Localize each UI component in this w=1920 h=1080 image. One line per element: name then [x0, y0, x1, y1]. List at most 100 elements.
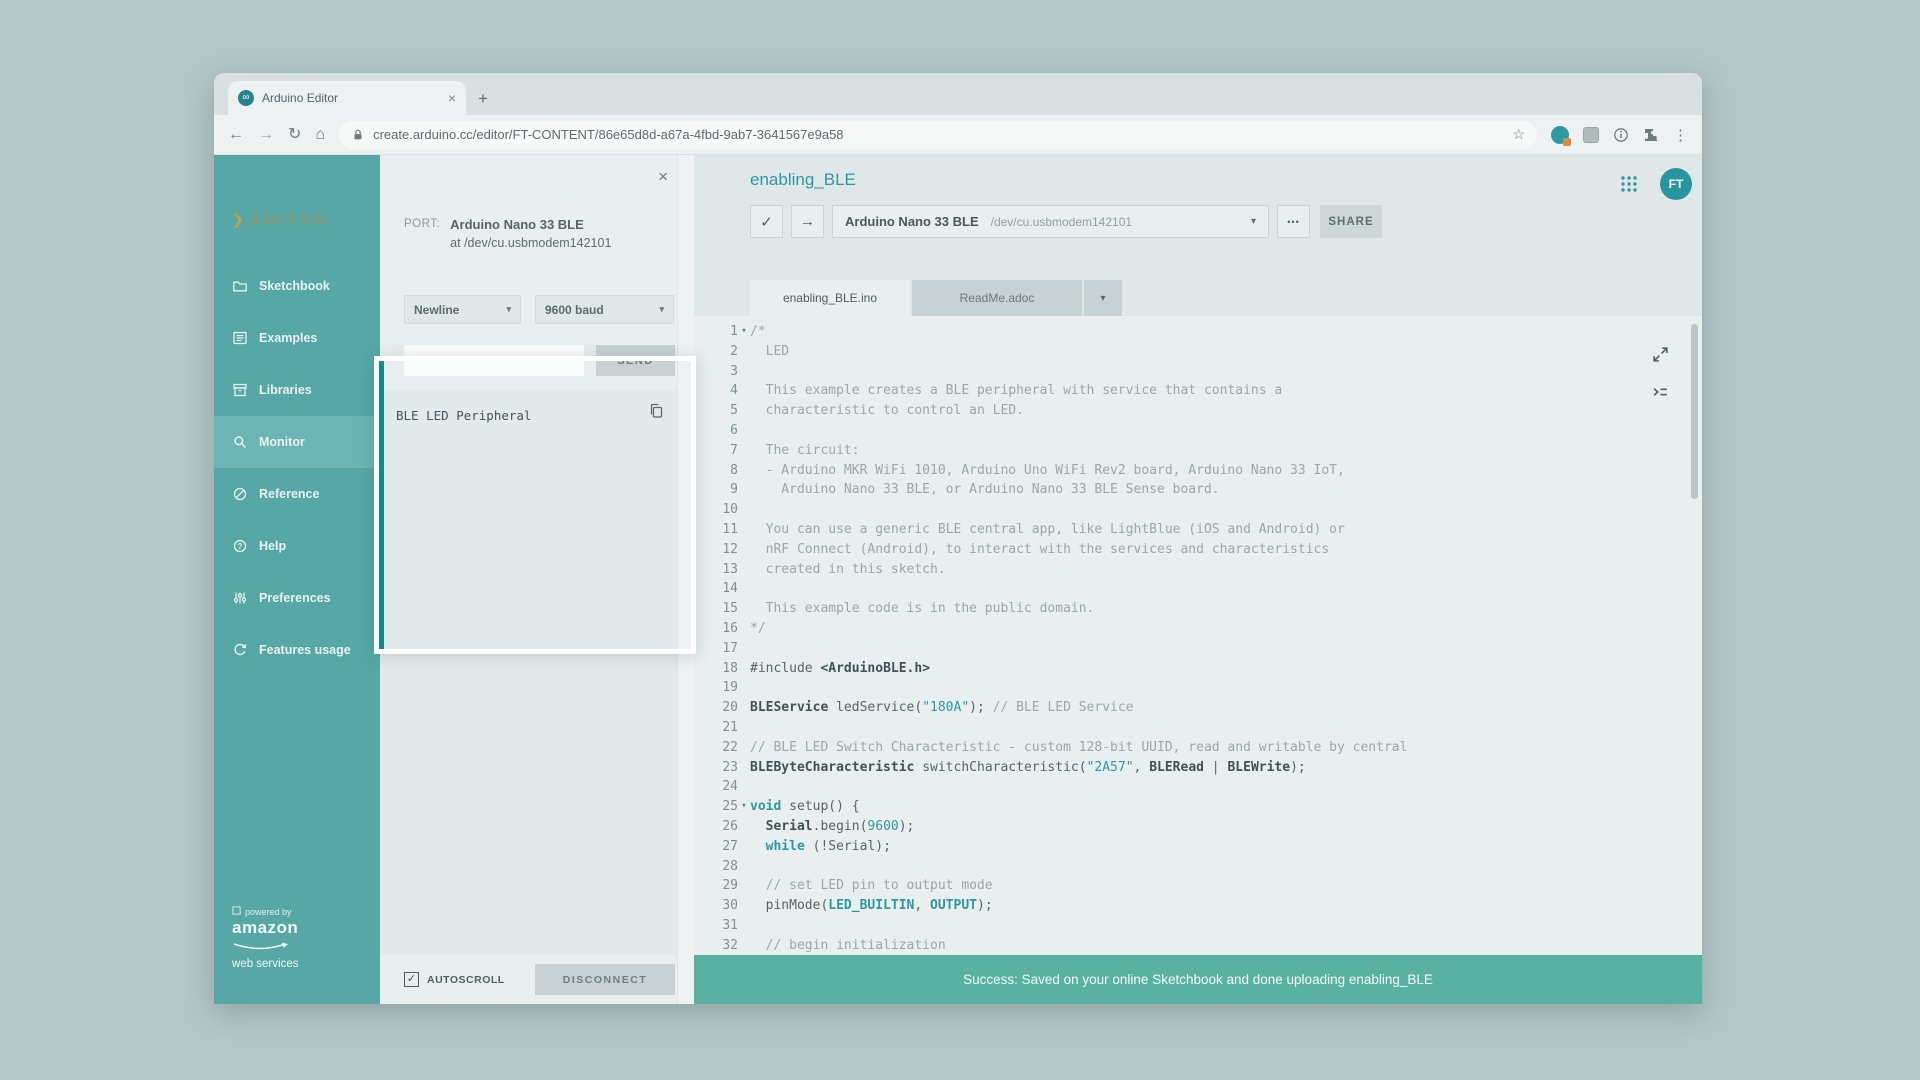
fold-arrow-icon[interactable]: ▾: [738, 797, 750, 817]
board-port: /dev/cu.usbmodem142101: [991, 215, 1132, 229]
browser-menu-icon[interactable]: ⋮: [1673, 126, 1688, 144]
sidebar-item-monitor[interactable]: Monitor: [214, 416, 380, 468]
fold-spacer: [738, 758, 750, 778]
board-selector[interactable]: Arduino Nano 33 BLE /dev/cu.usbmodem1421…: [832, 205, 1269, 238]
fold-arrow-icon[interactable]: ▾: [738, 322, 750, 342]
sidebar-item-reference[interactable]: Reference: [214, 468, 380, 520]
code-line[interactable]: 20BLEService ledService("180A"); // BLE …: [694, 698, 1702, 718]
code-text: Arduino Nano 33 BLE, or Arduino Nano 33 …: [750, 480, 1220, 500]
more-options-button[interactable]: •••: [1277, 205, 1310, 238]
code-line[interactable]: 17: [694, 639, 1702, 659]
monitor-send-row: SEND: [404, 345, 675, 376]
code-line[interactable]: 18#include <ArduinoBLE.h>: [694, 659, 1702, 679]
sidebar-item-libraries[interactable]: Libraries: [214, 364, 380, 416]
back-button[interactable]: ←: [228, 127, 244, 143]
sidebar-item-label: Sketchbook: [259, 279, 330, 293]
code-text: pinMode(LED_BUILTIN, OUTPUT);: [750, 896, 993, 916]
info-icon[interactable]: [1613, 127, 1629, 143]
line-ending-select[interactable]: Newline ▾: [404, 295, 521, 324]
code-line[interactable]: 23BLEByteCharacteristic switchCharacteri…: [694, 758, 1702, 778]
code-line[interactable]: 21: [694, 718, 1702, 738]
code-line[interactable]: 7 The circuit:: [694, 441, 1702, 461]
avatar[interactable]: FT: [1660, 168, 1692, 200]
tab-close-icon[interactable]: ×: [448, 90, 456, 106]
fullscreen-icon[interactable]: [1652, 346, 1669, 363]
code-line[interactable]: 2 LED: [694, 342, 1702, 362]
sidebar-item-examples[interactable]: Examples: [214, 312, 380, 364]
code-line[interactable]: 32 // begin initialization: [694, 936, 1702, 955]
code-line[interactable]: 15 This example code is in the public do…: [694, 599, 1702, 619]
bookmark-star-icon[interactable]: ☆: [1512, 126, 1525, 143]
browser-tab[interactable]: ∞ Arduino Editor ×: [228, 81, 466, 115]
line-number: 13: [694, 560, 738, 580]
aws-sub: web services: [232, 958, 298, 970]
code-editor[interactable]: 1▾/*2 LED34 This example creates a BLE p…: [694, 316, 1702, 955]
code-line[interactable]: 31: [694, 916, 1702, 936]
extension-badge-icon[interactable]: [1551, 126, 1569, 144]
upload-button[interactable]: →: [791, 205, 824, 238]
code-line[interactable]: 10: [694, 500, 1702, 520]
tab-readme-adoc[interactable]: ReadMe.adoc: [912, 280, 1082, 316]
editor-toolbar: ✓ → Arduino Nano 33 BLE /dev/cu.usbmodem…: [750, 205, 1382, 238]
home-button[interactable]: ⌂: [315, 127, 325, 143]
line-number: 11: [694, 520, 738, 540]
reload-button[interactable]: ↻: [288, 127, 301, 143]
sidebar-item-help[interactable]: ?Help: [214, 520, 380, 572]
code-line[interactable]: 14: [694, 579, 1702, 599]
copy-icon[interactable]: [648, 403, 664, 419]
code-line[interactable]: 16*/: [694, 619, 1702, 639]
code-line[interactable]: 4 This example creates a BLE peripheral …: [694, 381, 1702, 401]
send-button[interactable]: SEND: [596, 345, 675, 376]
sidebar-item-sketchbook[interactable]: Sketchbook: [214, 260, 380, 312]
code-line[interactable]: 9 Arduino Nano 33 BLE, or Arduino Nano 3…: [694, 480, 1702, 500]
code-line[interactable]: 24: [694, 777, 1702, 797]
line-number: 16: [694, 619, 738, 639]
monitor-output-text: BLE LED Peripheral: [380, 390, 677, 441]
monitor-output-console[interactable]: BLE LED Peripheral: [380, 390, 677, 955]
sidebar: ❯EDITOR SketchbookExamplesLibrariesMonit…: [214, 155, 380, 1004]
code-line[interactable]: 8 - Arduino MKR WiFi 1010, Arduino Uno W…: [694, 461, 1702, 481]
code-line[interactable]: 19: [694, 678, 1702, 698]
console-toggle-icon[interactable]: [1652, 384, 1669, 401]
code-line[interactable]: 28: [694, 857, 1702, 877]
editor-scrollbar[interactable]: [1691, 324, 1698, 499]
fold-spacer: [738, 817, 750, 837]
code-line[interactable]: 22// BLE LED Switch Characteristic - cus…: [694, 738, 1702, 758]
extensions-puzzle-icon[interactable]: [1643, 127, 1659, 143]
code-line[interactable]: 12 nRF Connect (Android), to interact wi…: [694, 540, 1702, 560]
sidebar-item-preferences[interactable]: Preferences: [214, 572, 380, 624]
url-text: create.arduino.cc/editor/FT-CONTENT/86e6…: [373, 127, 1504, 142]
tabs-dropdown-button[interactable]: ▾: [1084, 280, 1122, 316]
extension-square-icon[interactable]: [1583, 127, 1599, 143]
code-line[interactable]: 27 while (!Serial);: [694, 837, 1702, 857]
arduino-favicon-icon: ∞: [238, 90, 254, 106]
code-line[interactable]: 1▾/*: [694, 322, 1702, 342]
new-tab-button[interactable]: +: [478, 90, 488, 107]
code-line[interactable]: 26 Serial.begin(9600);: [694, 817, 1702, 837]
code-line[interactable]: 5 characteristic to control an LED.: [694, 401, 1702, 421]
code-line[interactable]: 29 // set LED pin to output mode: [694, 876, 1702, 896]
sidebar-item-features-usage[interactable]: Features usage: [214, 624, 380, 676]
forward-button[interactable]: →: [258, 127, 274, 143]
verify-button[interactable]: ✓: [750, 205, 783, 238]
autoscroll-checkbox[interactable]: ✓ AUTOSCROLL: [404, 972, 505, 987]
apps-grid-icon[interactable]: [1620, 175, 1638, 193]
share-button[interactable]: SHARE: [1320, 205, 1382, 238]
code-line[interactable]: 11 You can use a generic BLE central app…: [694, 520, 1702, 540]
disconnect-button[interactable]: DISCONNECT: [535, 964, 675, 995]
code-text: BLEService ledService("180A"); // BLE LE…: [750, 698, 1134, 718]
code-line[interactable]: 13 created in this sketch.: [694, 560, 1702, 580]
line-number: 19: [694, 678, 738, 698]
monitor-close-icon[interactable]: ×: [658, 167, 668, 187]
code-text: BLEByteCharacteristic switchCharacterist…: [750, 758, 1306, 778]
code-line[interactable]: 3: [694, 362, 1702, 382]
address-bar[interactable]: create.arduino.cc/editor/FT-CONTENT/86e6…: [339, 121, 1537, 149]
code-text: This example code is in the public domai…: [750, 599, 1094, 619]
code-line[interactable]: 6: [694, 421, 1702, 441]
tab-enabling-ble-ino[interactable]: enabling_BLE.ino: [750, 280, 910, 316]
code-text: Serial.begin(9600);: [750, 817, 914, 837]
code-line[interactable]: 30 pinMode(LED_BUILTIN, OUTPUT);: [694, 896, 1702, 916]
baud-rate-select[interactable]: 9600 baud ▾: [535, 295, 674, 324]
monitor-message-input[interactable]: [404, 345, 584, 376]
code-line[interactable]: 25▾void setup() {: [694, 797, 1702, 817]
